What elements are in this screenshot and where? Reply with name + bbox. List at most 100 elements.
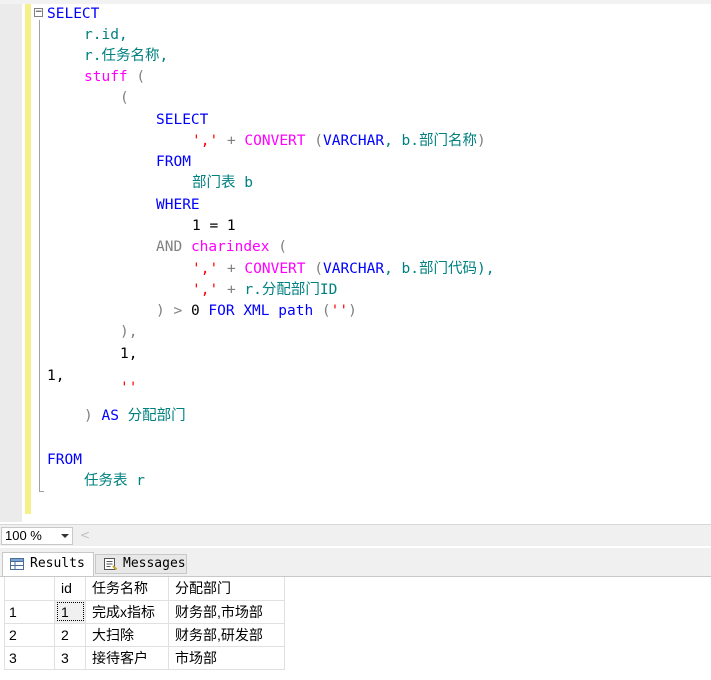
column-ref: , b.部门名称 bbox=[384, 133, 478, 149]
editor-top-border bbox=[0, 0, 711, 4]
code-line-6[interactable]: SELECT bbox=[156, 112, 208, 128]
column-ref: r.任务名称, bbox=[84, 48, 169, 64]
code-line-11[interactable]: 1 = 1 bbox=[192, 218, 236, 234]
code-line-21[interactable]: FROM bbox=[47, 452, 82, 468]
cell-id[interactable]: 1 bbox=[54, 599, 86, 624]
change-indicator-bar bbox=[25, 4, 31, 514]
cell-task-name[interactable]: 接待客户 bbox=[85, 645, 169, 670]
table-row[interactable]: 2 2 大扫除 财务部,研发部 bbox=[4, 622, 285, 647]
zoom-bar: 100 % < bbox=[0, 524, 711, 546]
column-ref: r.分配部门ID bbox=[244, 282, 338, 298]
code-line-7[interactable]: ',' + CONVERT (VARCHAR, b.部门名称) bbox=[192, 133, 486, 149]
paren: ( bbox=[136, 69, 146, 85]
code-line-18[interactable]: 1, bbox=[47, 368, 64, 384]
sql-editor[interactable]: − SELECT r.id, r.任务名称, stuff ( ( SELECT … bbox=[0, 0, 711, 522]
condition: 1 = 1 bbox=[192, 218, 236, 234]
scroll-left-icon[interactable]: < bbox=[80, 528, 90, 542]
tab-label: Messages bbox=[123, 556, 186, 571]
tab-results[interactable]: Results bbox=[2, 552, 94, 576]
function-stuff: stuff bbox=[84, 69, 128, 85]
results-grid[interactable]: id 任务名称 分配部门 1 1 完成x指标 财务部,市场部 2 2 大扫除 财… bbox=[0, 576, 711, 680]
code-line-12[interactable]: AND charindex ( bbox=[156, 239, 287, 255]
paren: ) bbox=[348, 303, 357, 319]
keyword-where: WHERE bbox=[156, 197, 200, 213]
cell-department[interactable]: 财务部,研发部 bbox=[168, 622, 285, 647]
paren: ( bbox=[314, 133, 323, 149]
cell-id[interactable]: 3 bbox=[54, 645, 86, 670]
code-line-5[interactable]: ( bbox=[120, 90, 129, 106]
code-line-15[interactable]: ) > 0 FOR XML path ('') bbox=[156, 303, 357, 319]
results-table: id 任务名称 分配部门 1 1 完成x指标 财务部,市场部 2 2 大扫除 财… bbox=[4, 577, 285, 670]
code-line-1[interactable]: SELECT bbox=[47, 6, 99, 22]
string-literal: ',' bbox=[192, 261, 219, 277]
table-row[interactable]: 1 1 完成x指标 财务部,市场部 bbox=[4, 599, 285, 624]
operator: > bbox=[173, 303, 183, 319]
code-line-17[interactable]: 1, bbox=[120, 346, 137, 362]
string-literal: ',' bbox=[192, 133, 219, 149]
cell-id[interactable]: 2 bbox=[54, 622, 86, 647]
keyword-from: FROM bbox=[47, 452, 82, 468]
keyword-and: AND bbox=[156, 239, 183, 255]
table-ref: 任务表 r bbox=[84, 473, 145, 489]
paren: ( bbox=[321, 303, 331, 319]
table-ref: 部门表 b bbox=[192, 175, 253, 191]
number: 1, bbox=[47, 368, 65, 384]
paren: ), bbox=[120, 324, 138, 340]
row-header-corner[interactable] bbox=[4, 577, 55, 601]
paren: ) bbox=[156, 303, 165, 319]
code-line-19[interactable]: '' bbox=[120, 380, 137, 396]
zoom-dropdown[interactable]: 100 % bbox=[1, 527, 73, 545]
operator: + bbox=[226, 261, 236, 277]
code-line-20[interactable]: ) AS 分配部门 bbox=[84, 408, 186, 424]
row-number[interactable]: 2 bbox=[4, 622, 55, 647]
type-varchar: VARCHAR bbox=[322, 261, 385, 277]
code-line-16[interactable]: ), bbox=[120, 324, 137, 340]
code-line-10[interactable]: WHERE bbox=[156, 197, 200, 213]
number: 1, bbox=[120, 346, 138, 362]
code-line-9[interactable]: 部门表 b bbox=[192, 175, 253, 191]
keyword-select: SELECT bbox=[156, 112, 209, 128]
tab-messages[interactable]: Messages bbox=[95, 554, 187, 574]
operator: + bbox=[226, 133, 236, 149]
cell-department[interactable]: 财务部,市场部 bbox=[168, 599, 285, 624]
chevron-down-icon[interactable] bbox=[61, 534, 69, 538]
code-line-2[interactable]: r.id, bbox=[84, 27, 128, 43]
tab-label: Results bbox=[30, 556, 85, 571]
zoom-value: 100 % bbox=[5, 528, 42, 543]
cell-task-name[interactable]: 完成x指标 bbox=[85, 599, 169, 624]
string-literal: '' bbox=[330, 303, 349, 319]
row-number[interactable]: 3 bbox=[4, 645, 55, 670]
operator: + bbox=[226, 282, 236, 298]
editor-gutter bbox=[0, 4, 22, 522]
function-convert: CONVERT bbox=[244, 133, 306, 149]
cell-department[interactable]: 市场部 bbox=[168, 645, 285, 670]
column-header-id[interactable]: id bbox=[54, 577, 86, 601]
code-line-13[interactable]: ',' + CONVERT (VARCHAR, b.部门代码), bbox=[192, 261, 494, 277]
keyword-for-xml: FOR XML bbox=[208, 303, 270, 319]
type-varchar: VARCHAR bbox=[322, 133, 385, 149]
column-ref: , b.部门代码), bbox=[384, 261, 495, 277]
code-line-3[interactable]: r.任务名称, bbox=[84, 48, 168, 64]
column-alias: 分配部门 bbox=[127, 408, 186, 424]
grid-icon bbox=[10, 558, 24, 570]
code-line-4[interactable]: stuff ( bbox=[84, 69, 145, 85]
paren: ) bbox=[84, 408, 93, 424]
row-number[interactable]: 1 bbox=[4, 599, 55, 624]
code-line-8[interactable]: FROM bbox=[156, 154, 191, 170]
number: 0 bbox=[190, 303, 200, 319]
paren: ) bbox=[477, 133, 486, 149]
table-row[interactable]: 3 3 接待客户 市场部 bbox=[4, 645, 285, 670]
code-line-22[interactable]: 任务表 r bbox=[84, 473, 145, 489]
column-header-task-name[interactable]: 任务名称 bbox=[85, 577, 169, 601]
column-header-department[interactable]: 分配部门 bbox=[168, 577, 285, 601]
header-row: id 任务名称 分配部门 bbox=[4, 577, 285, 601]
collapse-outline-icon[interactable]: − bbox=[34, 8, 43, 17]
outline-end bbox=[39, 491, 44, 492]
outline-line bbox=[39, 20, 40, 492]
keyword-path: path bbox=[278, 303, 314, 319]
paren: ( bbox=[120, 90, 129, 106]
cell-task-name[interactable]: 大扫除 bbox=[85, 622, 169, 647]
code-line-14[interactable]: ',' + r.分配部门ID bbox=[192, 282, 337, 298]
keyword-select: SELECT bbox=[47, 6, 100, 22]
function-charindex: charindex bbox=[190, 239, 270, 255]
